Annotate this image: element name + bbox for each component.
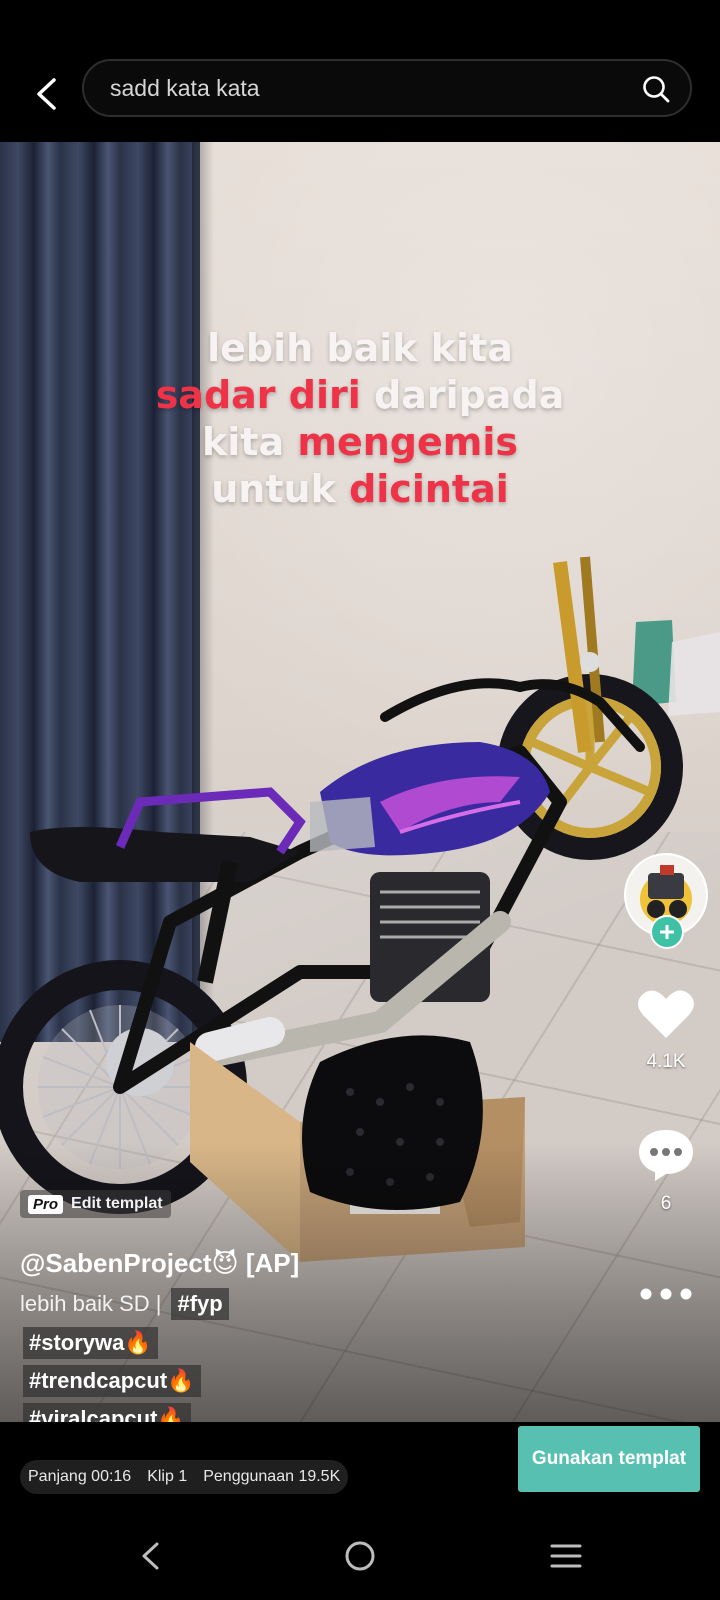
template-length: Panjang 00:16 — [28, 1468, 132, 1485]
top-bar: sadd kata kata — [0, 0, 720, 142]
post-description: lebih baik SD | #fyp — [20, 1288, 229, 1320]
use-template-button[interactable]: Gunakan templat — [518, 1426, 700, 1492]
comment-bubble-icon — [639, 1130, 693, 1181]
like-button[interactable]: 4.1K — [626, 988, 706, 1073]
caption-line-2: sadar diri daripada — [0, 372, 720, 419]
comment-count: 6 — [660, 1193, 672, 1214]
caption-word-highlight: mengemis — [297, 420, 518, 464]
caption-word-highlight: sadar diri — [155, 373, 361, 417]
like-count: 4.1K — [646, 1051, 686, 1072]
edit-template-chip[interactable]: Pro Edit templat — [20, 1190, 171, 1218]
template-usage: Penggunaan 19.5K — [203, 1468, 341, 1485]
search-input[interactable]: sadd kata kata — [82, 59, 692, 117]
follow-plus-icon[interactable] — [650, 915, 684, 949]
more-dots-icon — [640, 1288, 692, 1300]
caption-word-highlight: dicintai — [349, 467, 509, 511]
caption-word: untuk — [211, 467, 350, 511]
hashtag[interactable]: #storywa🔥 — [23, 1327, 158, 1359]
description-text: lebih baik SD | — [20, 1291, 162, 1316]
video-player[interactable]: lebih baik kita sadar diri daripada kita… — [0, 142, 720, 1422]
creator-avatar[interactable] — [624, 853, 708, 949]
edit-template-label: Edit templat — [71, 1195, 163, 1212]
video-caption: lebih baik kita sadar diri daripada kita… — [0, 325, 720, 513]
template-bottom-bar: Panjang 00:16 Klip 1 Penggunaan 19.5K Gu… — [0, 1422, 720, 1512]
caption-word: lebih baik kita — [207, 326, 513, 370]
caption-line-4: untuk dicintai — [0, 466, 720, 513]
hashtag-row: #storywa🔥 — [20, 1327, 158, 1359]
hashtag[interactable]: #trendcapcut🔥 — [23, 1365, 201, 1397]
caption-line-3: kita mengemis — [0, 419, 720, 466]
search-query: sadd kata kata — [110, 75, 260, 101]
heart-icon — [638, 990, 694, 1038]
template-clips: Klip 1 — [147, 1468, 188, 1485]
caption-word: daripada — [360, 373, 565, 417]
hashtag-row: #trendcapcut🔥 — [20, 1365, 201, 1397]
system-navigation-bar — [0, 1512, 720, 1600]
back-arrow-icon[interactable] — [26, 74, 66, 114]
caption-line-1: lebih baik kita — [0, 325, 720, 372]
nav-menu-icon[interactable] — [544, 1534, 588, 1578]
creator-username[interactable]: @SabenProject😈 [AP] — [20, 1248, 299, 1279]
more-options-button[interactable] — [626, 1284, 706, 1309]
nav-back-icon[interactable] — [128, 1534, 172, 1578]
nav-home-icon[interactable] — [338, 1534, 382, 1578]
hashtag[interactable]: #fyp — [171, 1288, 229, 1320]
caption-word: kita — [202, 420, 298, 464]
template-stats: Panjang 00:16 Klip 1 Penggunaan 19.5K — [20, 1460, 349, 1494]
comment-button[interactable]: 6 — [626, 1128, 706, 1215]
search-icon[interactable] — [642, 75, 670, 103]
pro-badge: Pro — [28, 1194, 64, 1214]
